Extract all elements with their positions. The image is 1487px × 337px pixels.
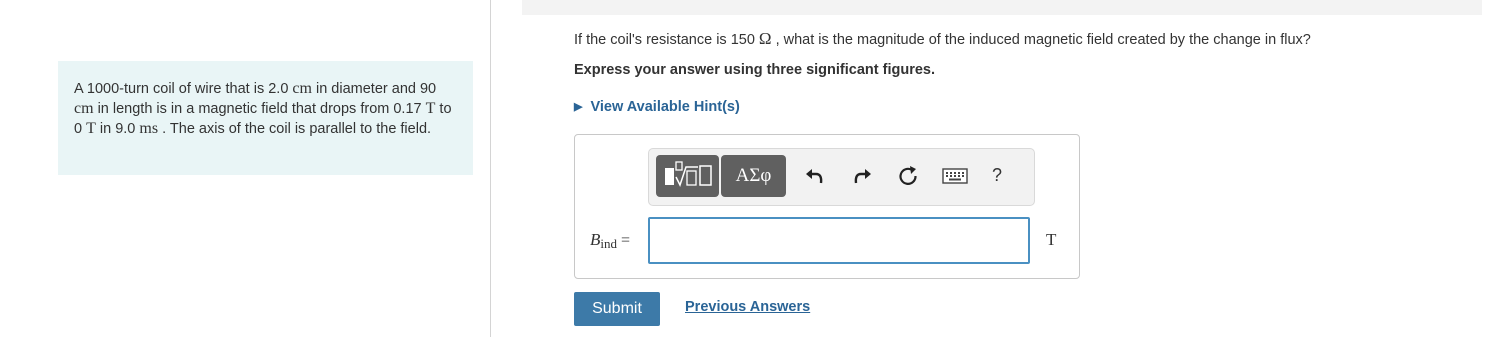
variable-subscript: ind — [600, 236, 618, 251]
math-toolbar: ΑΣφ ? — [648, 148, 1035, 206]
templates-icon — [665, 161, 712, 187]
previous-answers-link[interactable]: Previous Answers — [685, 299, 810, 315]
unit-tesla: T — [86, 120, 96, 137]
question-part: , what is the magnitude of the induced m… — [771, 32, 1311, 48]
undo-button[interactable] — [803, 164, 827, 188]
problem-text: in diameter and 90 — [311, 81, 437, 97]
answer-variable-label: Bind = — [590, 230, 630, 252]
expand-triangle-icon: ▶ — [574, 101, 583, 113]
undo-icon — [806, 169, 823, 184]
equals-sign: = — [617, 232, 631, 249]
redo-button[interactable] — [850, 164, 874, 188]
problem-text: in 9.0 — [95, 121, 140, 137]
answer-input[interactable] — [648, 217, 1030, 264]
problem-statement: A 1000-turn coil of wire that is 2.0 cm … — [58, 61, 473, 175]
panel-divider — [490, 0, 491, 337]
hints-label: View Available Hint(s) — [590, 99, 740, 115]
problem-text: A 1000-turn coil of wire that is 2.0 — [74, 81, 293, 97]
answer-instruction: Express your answer using three signific… — [574, 62, 935, 78]
variable-symbol: B — [590, 230, 601, 249]
problem-text: in length is in a magnetic field that dr… — [93, 101, 426, 117]
unit-ms: ms — [139, 120, 159, 137]
problem-text: . The axis of the coil is parallel to th… — [158, 121, 432, 137]
submit-label: Submit — [592, 300, 642, 317]
help-button[interactable]: ? — [992, 165, 1002, 186]
greek-letters-icon: ΑΣφ — [735, 165, 772, 186]
help-icon: ? — [992, 165, 1003, 185]
reset-icon — [899, 166, 917, 185]
question-part: If the coil's resistance is 150 — [574, 32, 759, 48]
greek-letters-button[interactable]: ΑΣφ — [721, 155, 786, 197]
redo-icon — [854, 169, 871, 184]
view-hints-link[interactable]: ▶ View Available Hint(s) — [574, 99, 740, 115]
unit-cm: cm — [292, 80, 312, 97]
top-bar — [522, 0, 1482, 15]
submit-button[interactable]: Submit — [574, 292, 660, 326]
answer-unit: T — [1046, 230, 1057, 249]
templates-button[interactable] — [656, 155, 719, 197]
keyboard-button[interactable] — [941, 164, 969, 188]
unit-tesla: T — [425, 100, 436, 117]
unit-ohm: Ω — [758, 29, 772, 48]
unit-cm: cm — [74, 100, 94, 117]
keyboard-icon — [942, 168, 968, 184]
question-text: If the coil's resistance is 150 Ω , what… — [574, 29, 1311, 49]
reset-button[interactable] — [896, 164, 920, 188]
